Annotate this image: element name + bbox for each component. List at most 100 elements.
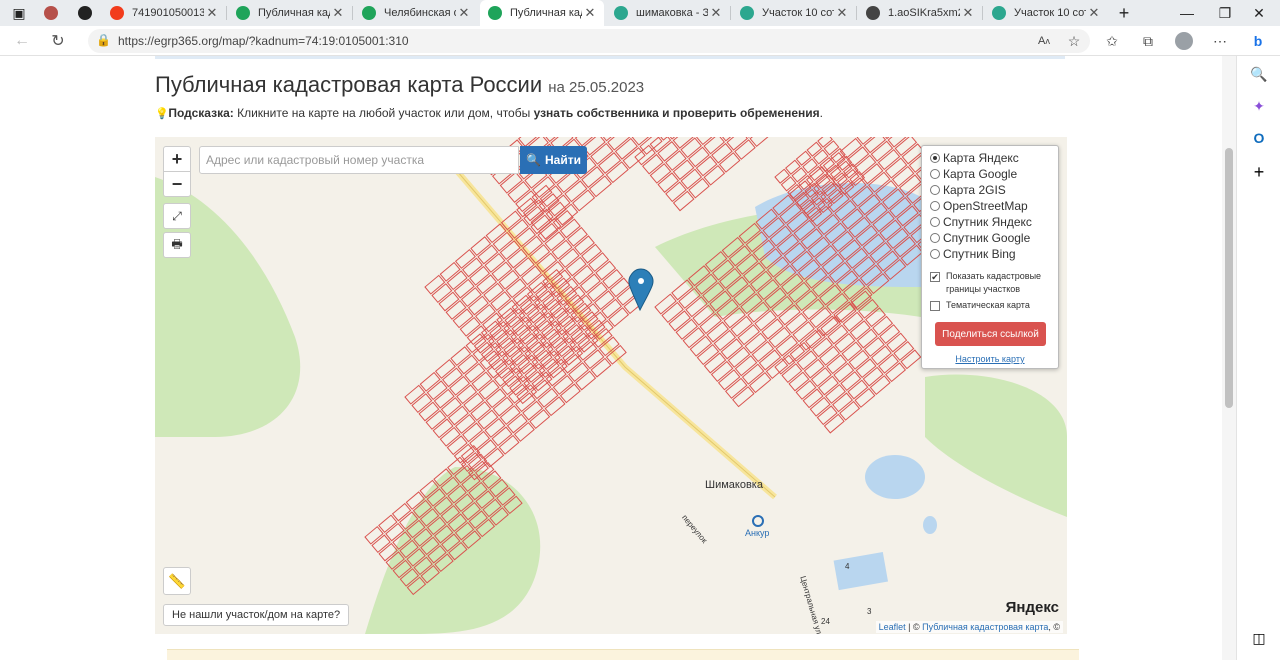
close-tab-icon[interactable]: ✕: [708, 5, 724, 21]
parcel: [804, 329, 826, 349]
parcel: [446, 270, 468, 291]
add-favorite-icon[interactable]: ☆: [1062, 30, 1086, 52]
share-link-button[interactable]: Поделиться ссылкой: [935, 322, 1046, 346]
browser-tab[interactable]: Участок 10 сот. ✕: [984, 0, 1108, 26]
close-tab-icon[interactable]: ✕: [960, 5, 976, 21]
parcel: [485, 388, 507, 409]
close-tab-icon[interactable]: ✕: [456, 5, 472, 21]
read-aloud-icon[interactable]: Aʌ: [1032, 30, 1056, 52]
layer-option[interactable]: Спутник Яндекс: [930, 214, 1032, 230]
parcel: [506, 248, 528, 269]
parcel: [581, 243, 603, 264]
page-scrollbar[interactable]: [1222, 56, 1236, 660]
radio-unselected[interactable]: [930, 201, 940, 211]
browser-tab[interactable]: [36, 0, 66, 26]
close-tab-icon[interactable]: ✕: [582, 5, 598, 21]
url-field[interactable]: 🔒 https://egrp365.org/map/?kadnum=74:19:…: [88, 29, 1090, 53]
parcel: [515, 392, 537, 413]
parcel: [774, 168, 791, 184]
radio-unselected[interactable]: [930, 169, 940, 179]
bing-icon[interactable]: b: [1246, 30, 1270, 52]
parcel: [515, 227, 537, 248]
parcel: [559, 383, 581, 404]
add-sidebar-icon[interactable]: +: [1249, 162, 1269, 182]
parcel: [456, 384, 478, 405]
parcel: [597, 152, 622, 174]
print-icon[interactable]: 🖶: [163, 232, 191, 258]
fullscreen-icon[interactable]: ⤢: [163, 203, 191, 229]
parcel: [529, 409, 551, 430]
document-icon: [44, 6, 58, 20]
radio-unselected[interactable]: [930, 217, 940, 227]
close-window-icon[interactable]: ✕: [1236, 0, 1280, 26]
parcel: [751, 340, 775, 363]
layer-option[interactable]: Карта 2GIS: [930, 182, 1006, 198]
parcel: [820, 316, 842, 337]
not-found-button[interactable]: Не нашли участок/дом на карте?: [163, 604, 350, 626]
parcel: [434, 359, 456, 379]
close-tab-icon[interactable]: ✕: [834, 5, 850, 21]
layer-option[interactable]: Карта Google: [930, 166, 1017, 182]
outlook-icon[interactable]: O: [1249, 128, 1269, 148]
sidebar-toggle-icon[interactable]: ◫: [1249, 628, 1269, 648]
cadastral-map[interactable]: + − ⤢ 🖶 🔍 Найти Карта Яндекс Карта Google…: [155, 137, 1067, 634]
radio-selected[interactable]: [930, 153, 940, 163]
favorites-icon[interactable]: ✩: [1100, 30, 1124, 52]
browser-tab[interactable]: шимаковка - Зем✕: [606, 0, 730, 26]
scrollbar-thumb[interactable]: [1225, 148, 1233, 408]
configure-map-link[interactable]: Настроить карту: [922, 354, 1058, 364]
tab-actions-icon[interactable]: ▣: [2, 0, 36, 26]
layer-option[interactable]: Спутник Google: [930, 230, 1030, 246]
radio-unselected[interactable]: [930, 185, 940, 195]
browser-tab[interactable]: 1.aoSIKra5xm2Tr✕: [858, 0, 982, 26]
close-tab-icon[interactable]: ✕: [1086, 5, 1102, 21]
radio-unselected[interactable]: [930, 249, 940, 259]
parcel: [508, 383, 529, 404]
collections-icon[interactable]: ⧉: [1136, 30, 1160, 52]
more-menu-icon[interactable]: ⋯: [1208, 30, 1232, 52]
new-tab-button[interactable]: +: [1108, 0, 1140, 26]
parcel: [524, 341, 546, 362]
close-tab-icon[interactable]: ✕: [330, 5, 346, 21]
parcel: [817, 137, 833, 148]
parcel: [590, 142, 614, 165]
checkbox-checked[interactable]: ✔: [930, 272, 940, 282]
browser-tab[interactable]: [70, 0, 100, 26]
parcel: [507, 181, 531, 203]
parcel: [525, 311, 547, 332]
parcel: [459, 316, 481, 337]
checkbox-unchecked[interactable]: [930, 301, 940, 311]
leaflet-link[interactable]: Leaflet: [879, 622, 906, 632]
browser-tab[interactable]: Челябинская об✕: [354, 0, 478, 26]
radio-unselected[interactable]: [930, 233, 940, 243]
header-divider: [155, 56, 1065, 59]
browser-tab[interactable]: Участок 10 сот. ✕: [732, 0, 856, 26]
profile-avatar[interactable]: [1172, 30, 1196, 52]
parcel: [768, 326, 792, 349]
zoom-out-button[interactable]: −: [163, 171, 191, 197]
find-button[interactable]: 🔍 Найти: [520, 146, 587, 174]
search-icon[interactable]: 🔍: [1249, 64, 1269, 84]
parcel: [685, 296, 708, 318]
parcel: [517, 332, 539, 353]
search-input[interactable]: [199, 146, 519, 174]
tools-icon[interactable]: ✦: [1249, 96, 1269, 116]
refresh-icon[interactable]: ↻: [46, 30, 70, 52]
ruler-icon[interactable]: 📏: [163, 567, 191, 595]
back-icon[interactable]: ←: [10, 30, 34, 52]
parcel: [470, 401, 492, 422]
parcel: [555, 315, 577, 336]
thematic-map-checkbox[interactable]: Тематическая карта: [930, 299, 1030, 312]
browser-tab[interactable]: 74190105001310✕: [102, 0, 226, 26]
layer-option[interactable]: Спутник Bing: [930, 246, 1016, 262]
close-tab-icon[interactable]: ✕: [204, 5, 220, 21]
zoom-in-button[interactable]: +: [163, 146, 191, 172]
browser-tab[interactable]: Публичная кадас✕: [480, 0, 604, 26]
show-boundaries-checkbox[interactable]: ✔ Показать кадастровые границы участков: [930, 270, 1058, 296]
search-icon: 🔍: [526, 153, 541, 167]
pkk-link[interactable]: Публичная кадастровая карта: [922, 622, 1048, 632]
browser-tab[interactable]: Публичная кадас✕: [228, 0, 352, 26]
layer-option[interactable]: Карта Яндекс: [930, 150, 1019, 166]
parcel: [469, 265, 491, 286]
layer-option[interactable]: OpenStreetMap: [930, 198, 1028, 214]
